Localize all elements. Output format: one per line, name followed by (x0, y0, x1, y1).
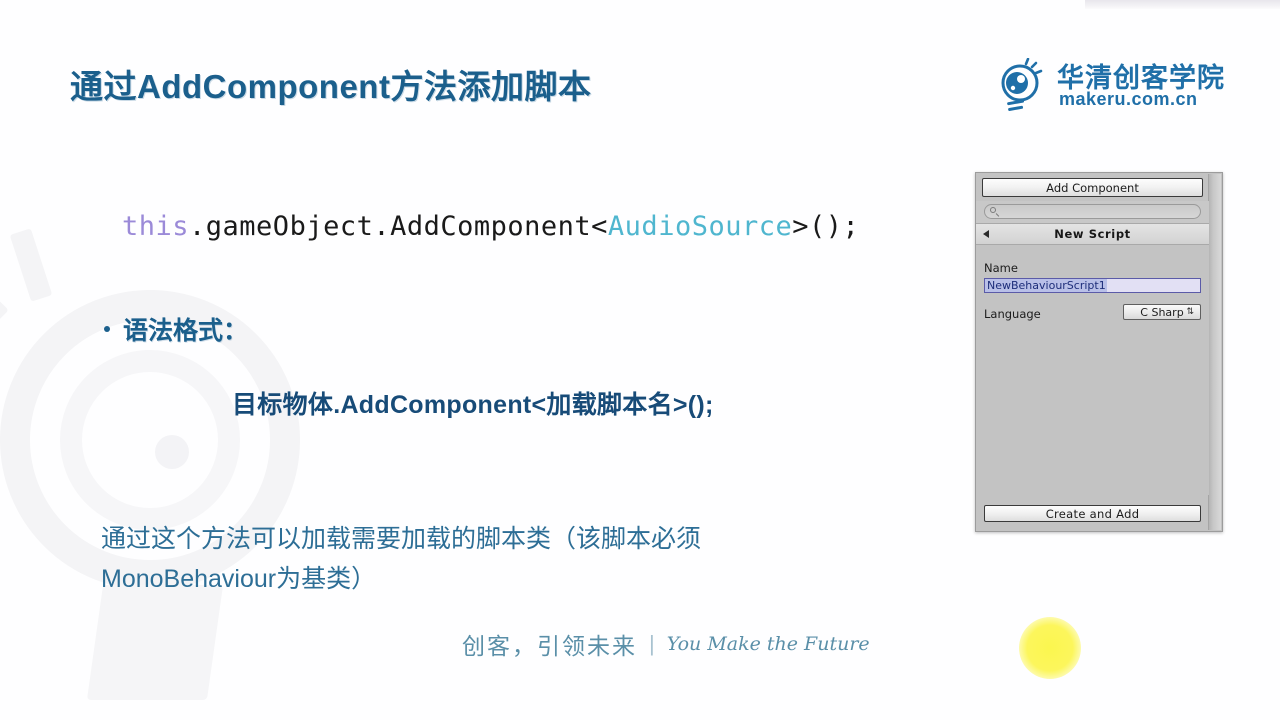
footer-slogan-en: You Make the Future (666, 633, 870, 655)
code-tail: >(); (792, 211, 860, 242)
search-input[interactable] (984, 204, 1201, 219)
updown-arrows-icon: ⇅ (1186, 307, 1194, 317)
bullet-label: 语法格式： (123, 317, 249, 345)
unity-add-component-panel: Add Component New Script Name NewBehavio… (975, 172, 1223, 532)
bullet-dot-icon (104, 326, 110, 332)
slide-canvas: 通过AddComponent方法添加脚本 华清创客学院 makeru.com.c… (0, 0, 1280, 720)
syntax-format-line: 目标物体.AddComponent<加载脚本名>(); (232, 391, 714, 419)
top-edge-strip (1085, 0, 1280, 9)
lightbulb-eye-icon (1001, 58, 1043, 111)
language-dropdown[interactable]: C Sharp ⇅ (1123, 304, 1201, 320)
code-middle: .gameObject.AddComponent< (189, 211, 608, 242)
page-title: 通过AddComponent方法添加脚本 (70, 68, 592, 105)
search-row (976, 201, 1209, 224)
footer-slogan: 创客，引领未来 | You Make the Future (462, 627, 870, 661)
brand-logo: 华清创客学院 makeru.com.cn (993, 56, 1238, 118)
code-type: AudioSource (607, 211, 793, 242)
magnifier-icon (990, 207, 999, 216)
new-script-title: New Script (1054, 227, 1131, 241)
footer-slogan-cn: 创客，引领未来 (462, 633, 637, 659)
code-keyword: this (122, 211, 190, 242)
back-arrow-icon[interactable] (983, 230, 989, 238)
cursor-highlight-glow (1019, 617, 1081, 679)
create-and-add-button[interactable]: Create and Add (984, 505, 1201, 522)
script-fields-area: Name NewBehaviourScript1 Language C Shar… (976, 245, 1209, 495)
script-name-value: NewBehaviourScript1 (985, 279, 1107, 292)
language-value: C Sharp (1140, 305, 1184, 319)
script-name-field[interactable]: NewBehaviourScript1 (984, 278, 1201, 293)
logo-domain: makeru.com.cn (1059, 89, 1198, 109)
language-label: Language (984, 307, 1041, 321)
description-paragraph: 通过这个方法可以加载需要加载的脚本类（该脚本必须MonoBehaviour为基类… (101, 525, 702, 593)
new-script-header[interactable]: New Script (976, 224, 1209, 245)
footer-divider: | (649, 631, 655, 656)
add-component-button[interactable]: Add Component (982, 178, 1203, 197)
bullet-row: 语法格式： (104, 311, 248, 347)
name-label: Name (984, 261, 1018, 275)
panel-body: Add Component New Script Name NewBehavio… (976, 173, 1209, 531)
panel-scrollbar[interactable] (1208, 174, 1221, 530)
code-line: this.gameObject.AddComponent<AudioSource… (122, 211, 859, 242)
